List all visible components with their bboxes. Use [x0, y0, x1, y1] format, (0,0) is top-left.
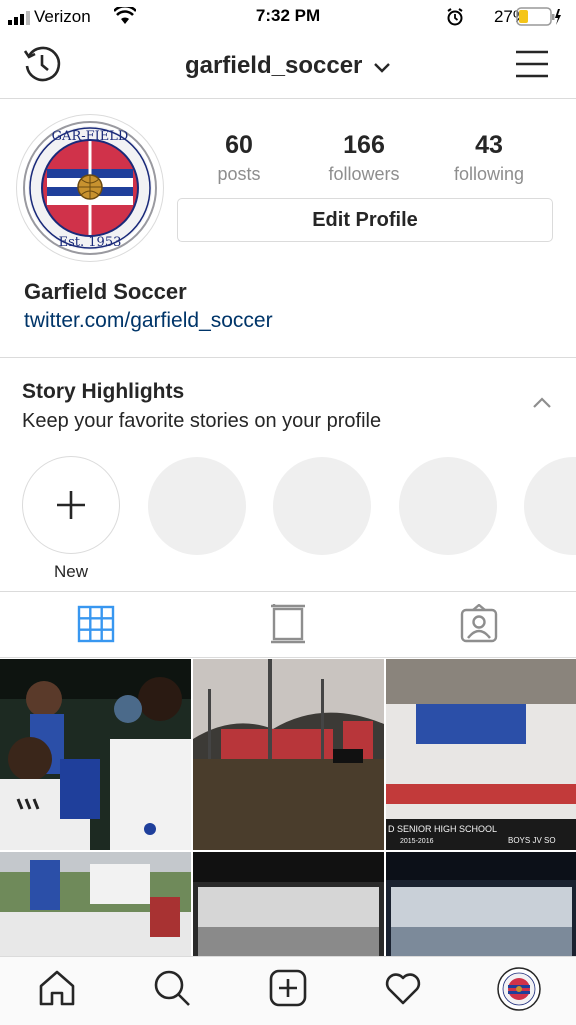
posts-number: 60: [225, 131, 253, 159]
post-thumbnail[interactable]: D SENIOR HIGH SCHOOL 2015-2016 BOYS JV S…: [386, 659, 576, 850]
chevron-up-icon[interactable]: [532, 396, 552, 415]
post-thumbnail[interactable]: [386, 852, 576, 956]
following-number: 43: [475, 131, 503, 159]
divider: [0, 591, 576, 592]
feed-icon[interactable]: [268, 604, 308, 648]
profile-header: garfield_soccer: [0, 34, 576, 99]
username-switcher[interactable]: garfield_soccer: [0, 52, 576, 81]
post-thumbnail[interactable]: [0, 852, 191, 956]
highlights-title: Story Highlights: [22, 380, 185, 403]
clock-time: 7:32 PM: [255, 6, 321, 25]
post-thumbnail[interactable]: [0, 659, 191, 850]
profile-avatar-icon[interactable]: [497, 967, 541, 1011]
following-count[interactable]: 43 following: [429, 131, 549, 185]
photo-caption-year: 2015-2016: [400, 838, 434, 845]
highlight-placeholder: [524, 457, 576, 555]
grid-icon[interactable]: [76, 604, 116, 648]
new-highlight-button[interactable]: [22, 456, 120, 554]
battery-icon: [516, 7, 562, 32]
chevron-down-icon: [373, 53, 391, 81]
photo-caption-left: D SENIOR HIGH SCHOOL: [388, 824, 497, 834]
profile-avatar[interactable]: GAR-FIELD Est. 1953: [16, 114, 164, 262]
divider: [0, 657, 576, 658]
crest-top-text: GAR-FIELD: [51, 129, 129, 144]
followers-number: 166: [343, 131, 385, 159]
search-icon[interactable]: [152, 968, 192, 1008]
heart-icon[interactable]: [383, 968, 423, 1008]
photo-caption-right: BOYS JV SO: [508, 836, 556, 845]
followers-label: followers: [328, 164, 400, 184]
username-title: garfield_soccer: [184, 52, 363, 79]
hamburger-menu-icon[interactable]: [514, 48, 550, 85]
plus-icon: [55, 489, 87, 526]
alarm-icon: [446, 8, 464, 31]
following-label: following: [453, 164, 525, 184]
post-thumbnail[interactable]: [193, 659, 384, 850]
profile-website-link[interactable]: twitter.com/garfield_soccer: [24, 309, 273, 333]
posts-count[interactable]: 60 posts: [179, 131, 299, 185]
crest-bottom-text: Est. 1953: [58, 235, 122, 250]
status-bar: Verizon 7:32 PM 27%: [0, 0, 576, 34]
new-highlight-label: New: [53, 562, 88, 581]
highlight-placeholder: [273, 457, 371, 555]
post-thumbnail[interactable]: [193, 852, 384, 956]
highlights-subtitle: Keep your favorite stories on your profi…: [22, 410, 382, 432]
profile-full-name: Garfield Soccer: [24, 279, 187, 304]
home-icon[interactable]: [37, 968, 77, 1008]
followers-count[interactable]: 166 followers: [304, 131, 424, 185]
posts-label: posts: [217, 164, 261, 184]
edit-profile-button[interactable]: Edit Profile: [177, 198, 553, 242]
highlight-placeholder: [148, 457, 246, 555]
add-post-icon[interactable]: [268, 968, 308, 1008]
divider: [0, 357, 576, 358]
highlight-placeholder: [399, 457, 497, 555]
tagged-icon[interactable]: [459, 603, 499, 648]
